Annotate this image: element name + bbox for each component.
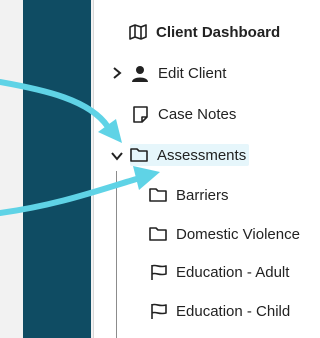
nav-child-education-adult[interactable]: Education - Adult bbox=[149, 261, 289, 283]
nav-label: Education - Child bbox=[176, 302, 291, 320]
chevron-down-icon[interactable] bbox=[111, 150, 123, 162]
tree-guide-line bbox=[116, 171, 117, 338]
note-icon bbox=[131, 105, 149, 123]
sidebar-stripe bbox=[23, 0, 91, 338]
flag-icon bbox=[149, 302, 167, 320]
nav-label: Client Dashboard bbox=[156, 23, 281, 41]
navigation-panel: Client Dashboard Edit Client Case Notes bbox=[93, 0, 320, 338]
nav-label: Barriers bbox=[176, 186, 229, 204]
nav-item-edit-client[interactable]: Edit Client bbox=[131, 62, 226, 84]
folder-icon bbox=[130, 146, 148, 164]
nav-label: Case Notes bbox=[158, 105, 237, 123]
folder-icon bbox=[149, 225, 167, 243]
nav-item-client-dashboard[interactable]: Client Dashboard bbox=[129, 21, 280, 43]
chevron-right-icon[interactable] bbox=[111, 67, 123, 79]
nav-label: Edit Client bbox=[158, 64, 227, 82]
folder-icon bbox=[149, 186, 167, 204]
nav-item-case-notes[interactable]: Case Notes bbox=[131, 103, 236, 125]
user-icon bbox=[131, 64, 149, 82]
nav-child-education-child[interactable]: Education - Child bbox=[149, 300, 290, 322]
nav-item-assessments[interactable]: Assessments bbox=[130, 144, 250, 166]
nav-label: Assessments bbox=[157, 146, 247, 164]
nav-tree: Client Dashboard Edit Client Case Notes bbox=[94, 0, 320, 338]
nav-label: Domestic Violence bbox=[176, 225, 300, 243]
nav-child-barriers[interactable]: Barriers bbox=[149, 184, 229, 206]
nav-label: Education - Adult bbox=[176, 263, 290, 281]
nav-child-domestic-violence[interactable]: Domestic Violence bbox=[149, 223, 300, 245]
map-icon bbox=[129, 23, 147, 41]
flag-icon bbox=[149, 263, 167, 281]
